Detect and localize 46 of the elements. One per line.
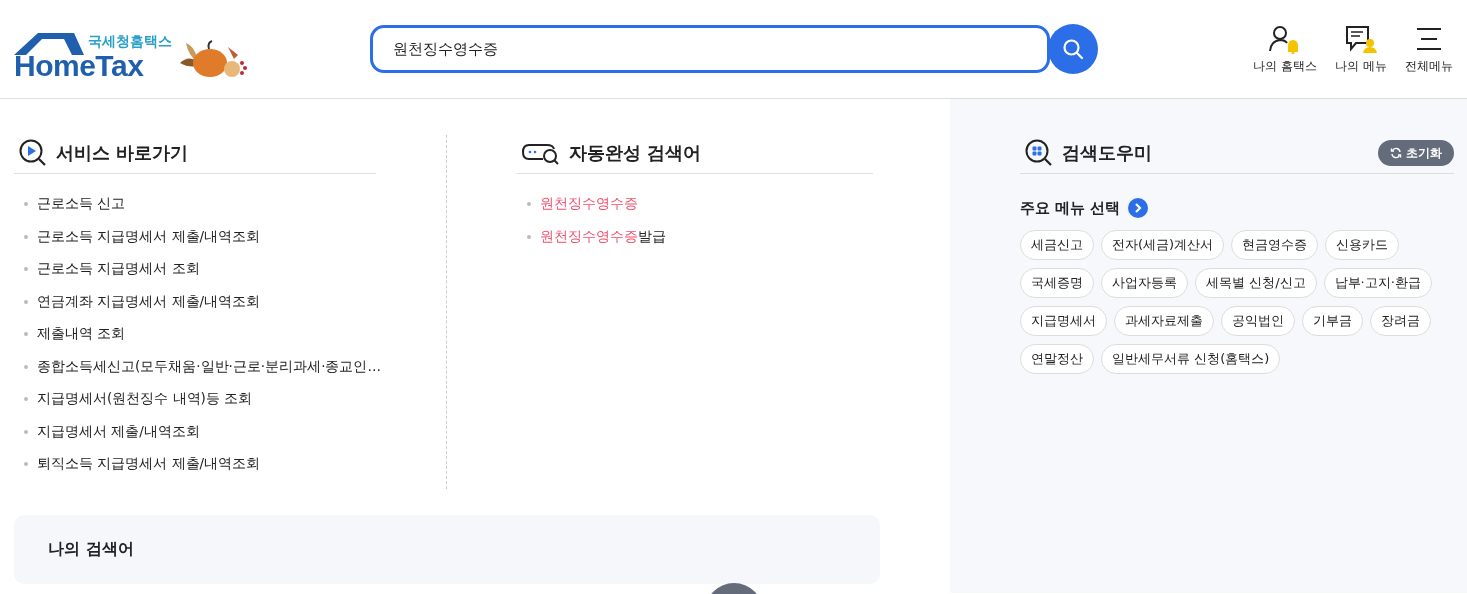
menu-tag[interactable]: 세목별 신청/신고 <box>1195 268 1317 298</box>
menu-tag[interactable]: 사업자등록 <box>1101 268 1188 298</box>
section-title: 자동완성 검색어 <box>569 141 702 165</box>
service-link[interactable]: 연금계좌 지급명세서 제출/내역조회 <box>37 292 261 311</box>
header-menu-button[interactable]: 나의 홈택스 <box>1253 23 1318 75</box>
autocomplete-link[interactable]: 원천징수영수증 <box>540 195 638 214</box>
menu-tag[interactable]: 기부금 <box>1302 306 1363 336</box>
menu-tag[interactable]: 현금영수증 <box>1231 230 1319 260</box>
section-title: 검색도우미 <box>1062 141 1152 165</box>
my-searches-title: 나의 검색어 <box>48 539 134 560</box>
service-link[interactable]: 지급명세서(원천징수 내역)등 조회 <box>37 390 253 409</box>
menu-tag[interactable]: 신용카드 <box>1325 230 1400 260</box>
refresh-icon <box>1390 147 1402 159</box>
search-icon <box>1062 38 1084 60</box>
autocomplete-link[interactable]: 원천징수영수증발급 <box>540 227 666 246</box>
menu-tag[interactable]: 국세증명 <box>1020 268 1094 298</box>
menu-tag[interactable]: 납부·고지·환급 <box>1323 268 1432 298</box>
chevron-circle-icon[interactable] <box>1128 198 1149 218</box>
menu-tag[interactable]: 세금신고 <box>1020 230 1094 260</box>
header-menu-button[interactable]: 전체메뉴 <box>1405 23 1453 75</box>
menu-tag[interactable]: 일반세무서류 신청(홈택스) <box>1101 344 1281 374</box>
logo-title[interactable]: HomeTax <box>14 49 144 83</box>
service-link[interactable]: 지급명세서 제출/내역조회 <box>37 422 200 441</box>
search-field[interactable]: 원천징수영수증 <box>370 25 1050 73</box>
menu-tag[interactable]: 연말정산 <box>1020 344 1094 374</box>
service-link[interactable]: 근로소득 지급명세서 제출/내역조회 <box>37 227 261 246</box>
service-link[interactable]: 종합소득세신고(모두채움·일반·근로·분리과세·종교인… <box>37 357 381 376</box>
list-person-icon <box>1344 23 1379 54</box>
grid-search-icon <box>1024 138 1054 168</box>
menu-select-title: 주요 메뉴 선택 <box>1020 198 1121 218</box>
logo-subtitle: 국세청홈택스 <box>88 33 172 51</box>
section-title: 서비스 바로가기 <box>56 141 189 165</box>
play-search-icon <box>18 138 48 168</box>
service-link[interactable]: 제출내역 조회 <box>37 325 126 344</box>
menu-tag[interactable]: 과세자료제출 <box>1114 306 1214 336</box>
reset-button[interactable]: 초기화 <box>1378 140 1454 166</box>
menu-tag[interactable]: 지급명세서 <box>1020 306 1107 336</box>
service-link[interactable]: 근로소득 신고 <box>37 195 126 214</box>
logo-house-icon <box>14 31 84 57</box>
header-menu-button[interactable]: 나의 메뉴 <box>1335 23 1387 75</box>
search-button[interactable] <box>1048 24 1098 74</box>
menu-tag[interactable]: 공익법인 <box>1221 306 1295 336</box>
menu-tag[interactable]: 전자(세금)계산서 <box>1101 230 1225 260</box>
service-link[interactable]: 근로소득 지급명세서 조회 <box>37 260 200 279</box>
menu-tag[interactable]: 장려금 <box>1370 306 1431 336</box>
service-link[interactable]: 퇴직소득 지급명세서 제출/내역조회 <box>37 455 261 474</box>
